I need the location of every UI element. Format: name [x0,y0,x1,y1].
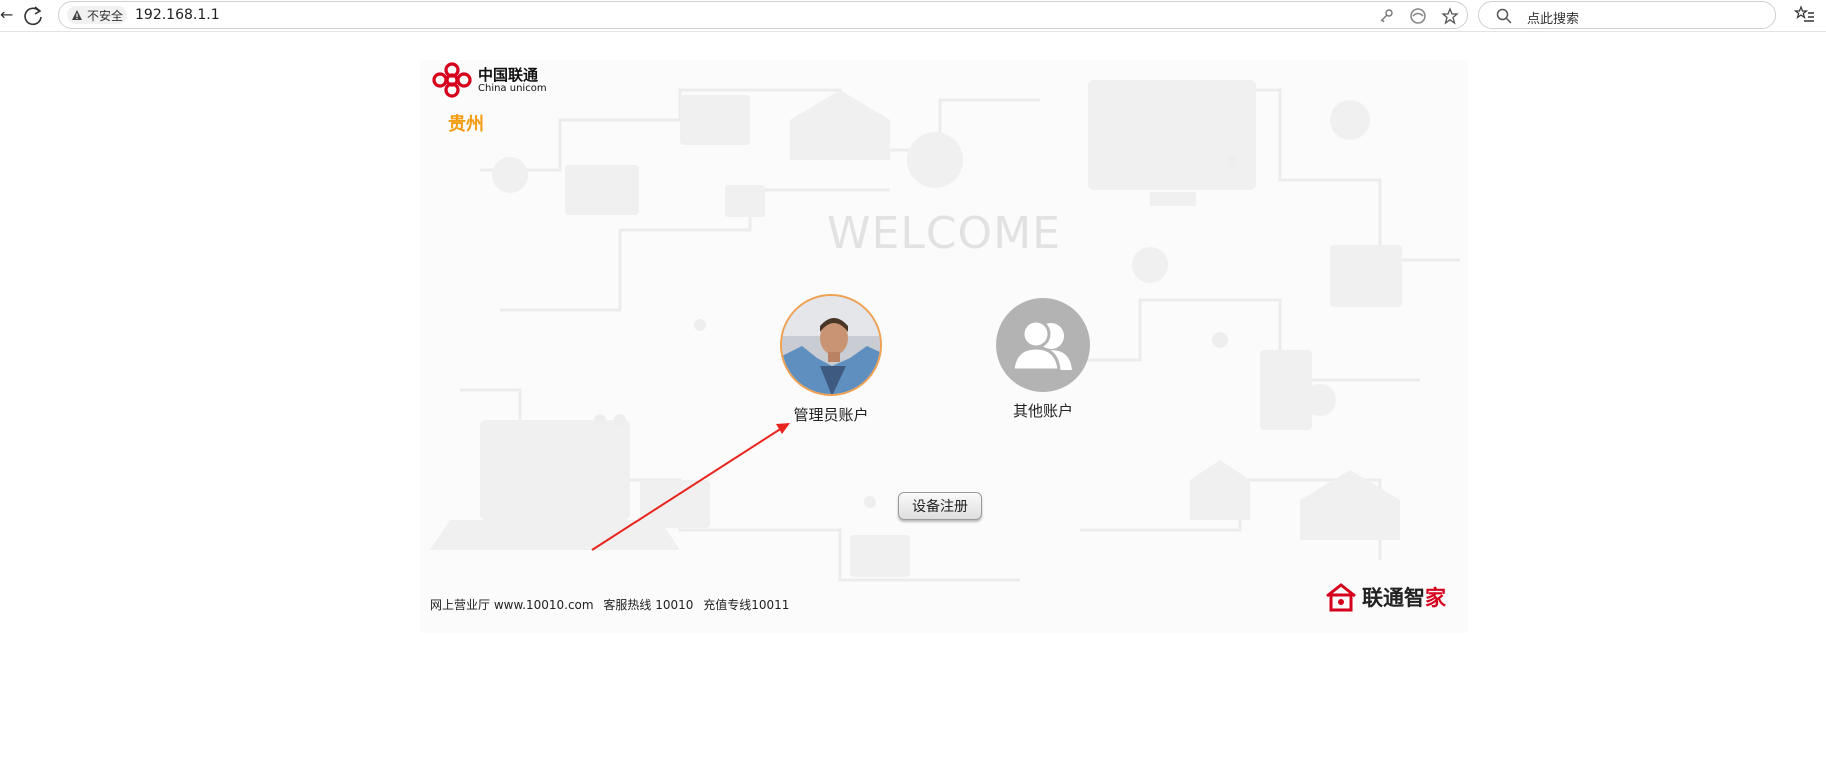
admin-account[interactable]: 管理员账户 [771,294,891,425]
search-input[interactable]: 点此搜索 [1527,8,1579,27]
star-icon[interactable] [1441,7,1459,25]
url-text[interactable]: 192.168.1.1 [135,7,220,23]
key-icon[interactable] [1377,7,1395,25]
unicom-knot-icon [432,62,472,98]
unicom-smart-home-logo: 联通智家 [1324,582,1446,612]
security-indicator[interactable]: 不安全 [67,6,128,24]
footer-hotline: 客服热线 10010 [603,598,694,612]
admin-avatar[interactable] [780,294,882,396]
search-icon [1496,8,1512,24]
background-illustration [430,80,1460,582]
device-register-button[interactable]: 设备注册 [898,492,982,520]
brand-text: 联通智家 [1362,586,1446,610]
browser-toolbar: ← 不安全 192.168.1.1 点此搜索 [0,0,1826,32]
other-account-label[interactable]: 其他账户 [983,400,1103,421]
other-avatar[interactable] [996,298,1090,392]
back-arrow-icon[interactable]: ← [0,6,13,24]
logo-en-text: China unicom [478,82,547,94]
search-bar[interactable]: 点此搜索 [1478,1,1776,29]
users-icon [1011,319,1072,372]
footer-online-hall: 网上营业厅 www.10010.com [430,598,594,612]
login-panel: 中国联通 China unicom 贵州 WELCOME 管理员账户 其他账户 … [420,60,1468,633]
address-bar[interactable]: 不安全 192.168.1.1 [58,1,1468,29]
welcome-heading: WELCOME [827,208,1061,259]
favorites-list-icon[interactable] [1794,4,1816,26]
admin-account-label[interactable]: 管理员账户 [771,404,891,425]
reload-icon[interactable] [20,3,46,29]
footer-recharge: 充值专线10011 [703,598,790,612]
warning-icon [72,10,82,20]
man-photo-icon [782,296,880,394]
footer-info: 网上营业厅 www.10010.com 客服热线 10010 充值专线10011 [430,596,795,613]
smart-home-icon [1326,583,1356,612]
edge-icon[interactable] [1409,7,1427,25]
region-label: 贵州 [448,114,484,135]
security-label: 不安全 [87,8,124,23]
other-account[interactable]: 其他账户 [983,298,1103,421]
logo-cn-text: 中国联通 [478,65,539,84]
unicom-logo: 中国联通 China unicom [430,60,550,100]
